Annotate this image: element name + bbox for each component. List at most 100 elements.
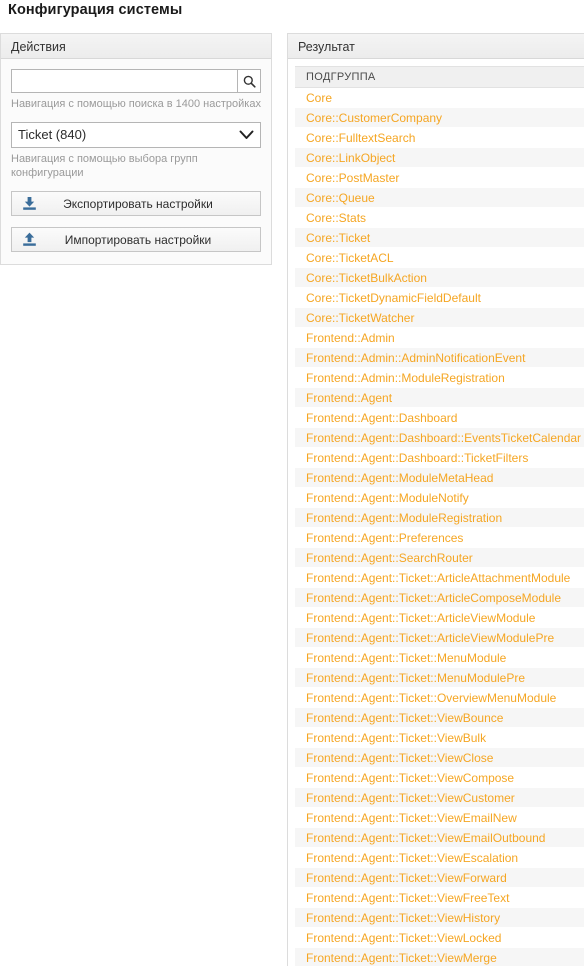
table-row: Core::TicketACL: [295, 247, 584, 268]
table-row: Frontend::Agent::Dashboard: [295, 407, 584, 428]
table-row: Frontend::Agent::Ticket::ViewMerge: [295, 947, 584, 966]
subgroup-link[interactable]: Frontend::Agent::Ticket::ViewBounce: [306, 711, 503, 725]
table-row: Frontend::Agent::Ticket::MenuModule: [295, 647, 584, 668]
table-row: Core::Ticket: [295, 227, 584, 248]
subgroup-link[interactable]: Core::TicketDynamicFieldDefault: [306, 291, 481, 305]
subgroup-cell: Frontend::Agent::Dashboard::EventsTicket…: [295, 427, 584, 448]
subgroup-link[interactable]: Core::FulltextSearch: [306, 131, 415, 145]
table-row: Core::FulltextSearch: [295, 127, 584, 148]
table-row: Frontend::Agent::Ticket::ViewEmailNew: [295, 807, 584, 828]
table-row: Core: [295, 87, 584, 108]
subgroup-link[interactable]: Core::Stats: [306, 211, 366, 225]
subgroup-cell: Frontend::Agent: [295, 387, 584, 408]
subgroup-cell: Frontend::Admin: [295, 327, 584, 348]
subgroup-link[interactable]: Frontend::Agent::ModuleNotify: [306, 491, 469, 505]
subgroup-link[interactable]: Frontend::Agent::Ticket::ViewLocked: [306, 931, 501, 945]
table-row: Frontend::Agent: [295, 387, 584, 408]
table-row: Frontend::Agent::Ticket::ViewBulk: [295, 727, 584, 748]
actions-widget-header: Действия: [1, 33, 271, 59]
subgroup-link[interactable]: Frontend::Agent::ModuleRegistration: [306, 511, 502, 525]
subgroup-link[interactable]: Frontend::Agent::Ticket::ArticleViewModu…: [306, 631, 554, 645]
subgroup-link[interactable]: Core::Queue: [306, 191, 375, 205]
search-input[interactable]: [11, 69, 237, 93]
table-row: Frontend::Admin::ModuleRegistration: [295, 367, 584, 388]
subgroup-cell: Frontend::Agent::Ticket::ViewEmailOutbou…: [295, 827, 584, 848]
subgroup-link[interactable]: Frontend::Agent::Ticket::ArticleComposeM…: [306, 591, 561, 605]
table-row: Frontend::Agent::Ticket::ViewCompose: [295, 767, 584, 788]
subgroup-table-header-row: ПОДГРУППА: [295, 66, 584, 88]
subgroup-cell: Frontend::Agent::Ticket::ViewLocked: [295, 927, 584, 948]
subgroup-link[interactable]: Frontend::Agent::Ticket::ViewMerge: [306, 951, 497, 965]
subgroup-link[interactable]: Core::TicketWatcher: [306, 311, 414, 325]
table-row: Frontend::Agent::ModuleNotify: [295, 487, 584, 508]
subgroup-cell: Frontend::Agent::Ticket::ViewEscalation: [295, 847, 584, 868]
table-row: Frontend::Agent::Ticket::OverviewMenuMod…: [295, 687, 584, 708]
subgroup-link[interactable]: Frontend::Admin::ModuleRegistration: [306, 371, 505, 385]
subgroup-link[interactable]: Frontend::Agent::SearchRouter: [306, 551, 473, 565]
subgroup-link[interactable]: Frontend::Agent::Ticket::MenuModule: [306, 651, 506, 665]
search-button[interactable]: [237, 69, 261, 93]
subgroup-cell: Frontend::Agent::Ticket::ViewCompose: [295, 767, 584, 788]
subgroup-link[interactable]: Frontend::Agent::Dashboard::EventsTicket…: [306, 431, 581, 445]
upload-icon: [12, 232, 46, 247]
table-row: Frontend::Agent::ModuleMetaHead: [295, 467, 584, 488]
subgroup-link[interactable]: Frontend::Agent::Ticket::ViewBulk: [306, 731, 486, 745]
subgroup-cell: Frontend::Agent::Ticket::MenuModule: [295, 647, 584, 668]
subgroup-cell: Frontend::Agent::Ticket::OverviewMenuMod…: [295, 687, 584, 708]
subgroup-link[interactable]: Core::TicketACL: [306, 251, 394, 265]
search-icon: [243, 75, 256, 88]
export-settings-button[interactable]: Экспортировать настройки: [11, 191, 261, 216]
subgroup-cell: Frontend::Agent::Ticket::ViewFreeText: [295, 887, 584, 908]
download-icon: [12, 196, 46, 211]
subgroup-link[interactable]: Frontend::Agent::Ticket::OverviewMenuMod…: [306, 691, 556, 705]
subgroup-link[interactable]: Frontend::Agent::Dashboard: [306, 411, 457, 425]
export-settings-label: Экспортировать настройки: [63, 196, 213, 211]
subgroup-link[interactable]: Frontend::Agent::Ticket::ArticleAttachme…: [306, 571, 570, 585]
subgroup-link[interactable]: Frontend::Agent::Dashboard::TicketFilter…: [306, 451, 528, 465]
subgroup-cell: Frontend::Agent::Ticket::ViewBounce: [295, 707, 584, 728]
subgroup-link[interactable]: Core::CustomerCompany: [306, 111, 442, 125]
table-row: Frontend::Agent::Ticket::ViewEmailOutbou…: [295, 827, 584, 848]
subgroup-link[interactable]: Frontend::Agent::Ticket::ViewCustomer: [306, 791, 515, 805]
subgroup-link[interactable]: Frontend::Agent::Ticket::ViewHistory: [306, 911, 500, 925]
group-select-wrap: Ticket (840): [11, 122, 261, 148]
subgroup-link[interactable]: Core::TicketBulkAction: [306, 271, 427, 285]
subgroup-link[interactable]: Frontend::Agent::Ticket::ViewEmailOutbou…: [306, 831, 545, 845]
subgroup-link[interactable]: Frontend::Agent::ModuleMetaHead: [306, 471, 493, 485]
subgroup-link[interactable]: Frontend::Agent: [306, 391, 392, 405]
subgroup-cell: Frontend::Agent::Preferences: [295, 527, 584, 548]
subgroup-link[interactable]: Frontend::Agent::Ticket::ViewCompose: [306, 771, 514, 785]
subgroup-link[interactable]: Frontend::Agent::Ticket::ViewClose: [306, 751, 493, 765]
subgroup-link[interactable]: Frontend::Agent::Ticket::MenuModulePre: [306, 671, 525, 685]
table-row: Core::LinkObject: [295, 147, 584, 168]
table-row: Core::TicketBulkAction: [295, 267, 584, 288]
subgroup-link[interactable]: Frontend::Agent::Ticket::ViewEscalation: [306, 851, 518, 865]
subgroup-cell: Frontend::Agent::Ticket::MenuModulePre: [295, 667, 584, 688]
subgroup-link[interactable]: Frontend::Agent::Ticket::ViewFreeText: [306, 891, 509, 905]
subgroup-cell: Frontend::Agent::Ticket::ViewCustomer: [295, 787, 584, 808]
subgroup-cell: Frontend::Agent::Dashboard: [295, 407, 584, 428]
subgroup-link[interactable]: Core::LinkObject: [306, 151, 395, 165]
subgroup-link[interactable]: Frontend::Agent::Ticket::ViewEmailNew: [306, 811, 517, 825]
result-column: Результат ПОДГРУППА Core Core::CustomerCo…: [287, 33, 584, 966]
import-settings-button[interactable]: Импортировать настройки: [11, 227, 261, 252]
subgroup-link[interactable]: Frontend::Admin::AdminNotificationEvent: [306, 351, 525, 365]
subgroup-cell: Frontend::Admin::ModuleRegistration: [295, 367, 584, 388]
subgroup-link[interactable]: Frontend::Agent::Preferences: [306, 531, 463, 545]
table-row: Frontend::Agent::Ticket::ArticleViewModu…: [295, 607, 584, 628]
subgroup-cell: Core::TicketACL: [295, 247, 584, 268]
subgroup-link[interactable]: Frontend::Agent::Ticket::ViewForward: [306, 871, 507, 885]
table-row: Frontend::Agent::Ticket::ArticleAttachme…: [295, 567, 584, 588]
subgroup-link[interactable]: Frontend::Admin: [306, 331, 395, 345]
table-row: Frontend::Agent::Ticket::ViewHistory: [295, 907, 584, 928]
config-group-select[interactable]: Ticket (840): [11, 122, 261, 148]
subgroup-link[interactable]: Core: [306, 91, 332, 105]
subgroup-link[interactable]: Frontend::Agent::Ticket::ArticleViewModu…: [306, 611, 535, 625]
subgroup-link[interactable]: Core::Ticket: [306, 231, 370, 245]
subgroup-link[interactable]: Core::PostMaster: [306, 171, 399, 185]
subgroup-cell: Frontend::Admin::AdminNotificationEvent: [295, 347, 584, 368]
group-select-hint: Навигация с помощью выбора групп конфигу…: [11, 153, 198, 179]
subgroup-cell: Frontend::Agent::Dashboard::TicketFilter…: [295, 447, 584, 468]
actions-widget-body: Навигация с помощью поиска в 1400 настро…: [1, 59, 271, 264]
table-row: Frontend::Agent::Dashboard::TicketFilter…: [295, 447, 584, 468]
